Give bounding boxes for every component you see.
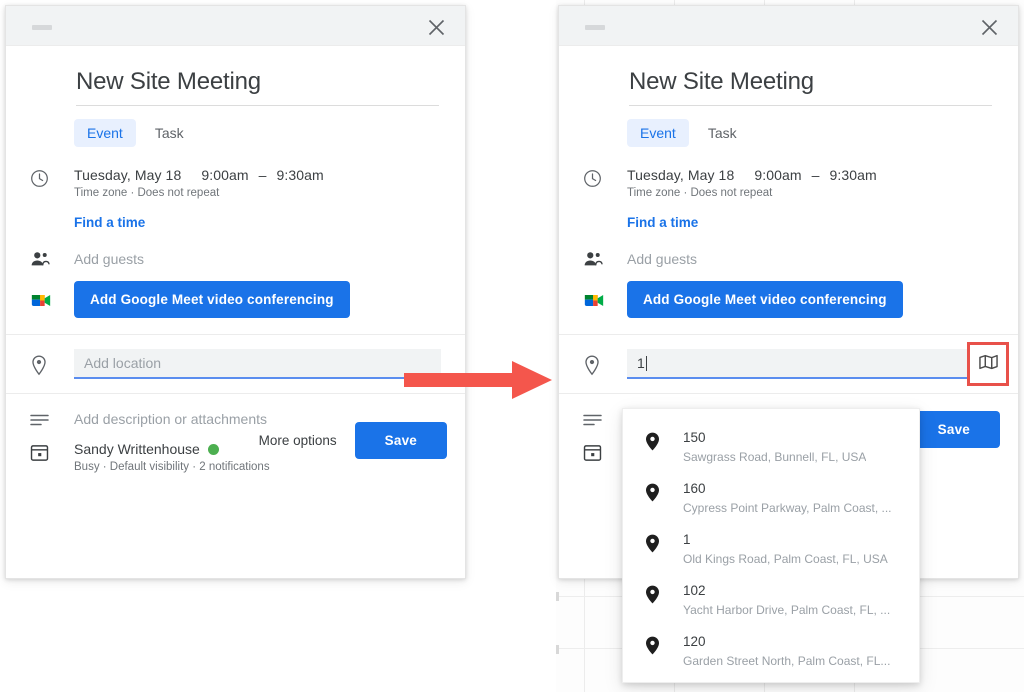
dialog-footer-left: More options Save (259, 422, 447, 459)
calendar-icon (30, 441, 74, 473)
screenshot-root: New Site Meeting Event Task Tuesday, May… (0, 0, 1024, 692)
list-item[interactable]: 150 Sawgrass Road, Bunnell, FL, USA (623, 421, 919, 472)
divider-right-bottom (559, 393, 1018, 394)
when-sub-right[interactable]: Time zone · Does not repeat (627, 187, 994, 199)
add-google-meet-button-right[interactable]: Add Google Meet video conferencing (627, 281, 903, 318)
when-dash-left: – (258, 167, 267, 183)
find-a-time-link-left[interactable]: Find a time (6, 215, 145, 230)
description-lines-icon (30, 411, 74, 427)
tabs-right: Event Task (559, 106, 1018, 147)
dialog-header-left (6, 6, 465, 46)
tab-task-right[interactable]: Task (695, 119, 750, 147)
google-meet-icon (583, 289, 627, 310)
dialog-header-right (559, 6, 1018, 46)
location-autocomplete-dropdown: 150 Sawgrass Road, Bunnell, FL, USA 160 … (622, 408, 920, 683)
location-pin-icon (30, 353, 74, 376)
suggestion-number: 160 (683, 481, 706, 496)
map-icon (978, 354, 998, 375)
when-row-right: Tuesday, May 18 9:00am – 9:30am Time zon… (559, 167, 1018, 199)
suggestion-number: 102 (683, 583, 706, 598)
suggestion-address: Yacht Harbor Drive, Palm Coast, FL, ... (683, 603, 891, 617)
calendar-color-dot (207, 443, 219, 455)
drag-handle-icon[interactable] (32, 25, 52, 30)
map-pin-icon (645, 480, 683, 507)
when-sub-left[interactable]: Time zone · Does not repeat (74, 187, 441, 199)
location-placeholder-left: Add location (84, 355, 162, 371)
title-section-right: New Site Meeting (559, 46, 1018, 106)
when-main-left[interactable]: Tuesday, May 18 9:00am – 9:30am (74, 167, 441, 183)
when-start-left[interactable]: 9:00am (201, 167, 248, 183)
divider-left-bottom (6, 393, 465, 394)
suggestion-number: 150 (683, 430, 706, 445)
tab-task-left[interactable]: Task (142, 119, 197, 147)
calendar-icon (583, 441, 627, 462)
save-button-right[interactable]: Save (907, 411, 1000, 448)
close-icon[interactable] (423, 14, 449, 40)
when-end-left[interactable]: 9:30am (277, 167, 324, 183)
close-icon[interactable] (976, 14, 1002, 40)
drag-handle-icon[interactable] (585, 25, 605, 30)
people-icon (30, 248, 74, 268)
location-pin-icon (583, 353, 627, 376)
location-value-right: 1 (637, 355, 645, 371)
when-dash-right: – (811, 167, 820, 183)
guests-row-right: Add guests (559, 248, 1018, 268)
when-date-left[interactable]: Tuesday, May 18 (74, 167, 181, 183)
event-dialog-before: New Site Meeting Event Task Tuesday, May… (5, 5, 466, 579)
dialog-body-right: New Site Meeting Event Task Tuesday, May… (559, 46, 1018, 462)
open-map-button-highlight[interactable] (967, 342, 1009, 386)
meet-row-right: Add Google Meet video conferencing (559, 281, 1018, 334)
when-date-right[interactable]: Tuesday, May 18 (627, 167, 734, 183)
suggestion-number: 1 (683, 532, 691, 547)
tab-event-right[interactable]: Event (627, 119, 689, 147)
clock-icon (583, 167, 627, 199)
map-pin-icon (645, 582, 683, 609)
suggestion-address: Garden Street North, Palm Coast, FL... (683, 654, 891, 668)
save-button-left[interactable]: Save (354, 422, 447, 459)
text-cursor (645, 355, 647, 371)
list-item[interactable]: 1 Old Kings Road, Palm Coast, FL, USA (623, 523, 919, 574)
map-pin-icon (645, 429, 683, 456)
tab-event-left[interactable]: Event (74, 119, 136, 147)
find-a-time-link-right[interactable]: Find a time (559, 215, 698, 230)
event-title-right[interactable]: New Site Meeting (629, 68, 992, 106)
more-options-button-left[interactable]: More options (259, 433, 337, 448)
suggestion-address: Old Kings Road, Palm Coast, FL, USA (683, 552, 888, 566)
suggestion-number: 120 (683, 634, 706, 649)
list-item[interactable]: 120 Garden Street North, Palm Coast, FL.… (623, 625, 919, 676)
dialog-footer-right: Save (907, 411, 1000, 448)
description-lines-icon (583, 411, 627, 427)
dialog-body-left: New Site Meeting Event Task Tuesday, May… (6, 46, 465, 473)
google-meet-icon (30, 289, 74, 310)
location-row-right: 1 (559, 335, 1018, 393)
annotation-arrow-icon (404, 358, 554, 407)
add-google-meet-button-left[interactable]: Add Google Meet video conferencing (74, 281, 350, 318)
add-guests-input-left[interactable]: Add guests (74, 250, 441, 267)
location-input-left[interactable]: Add location (74, 349, 441, 379)
list-item[interactable]: 160 Cypress Point Parkway, Palm Coast, .… (623, 472, 919, 523)
people-icon (583, 248, 627, 268)
event-title-left[interactable]: New Site Meeting (76, 68, 439, 106)
map-pin-icon (645, 633, 683, 660)
location-input-right[interactable]: 1 (627, 349, 994, 379)
tabs-left: Event Task (6, 106, 465, 147)
add-guests-input-right[interactable]: Add guests (627, 250, 994, 267)
when-main-right[interactable]: Tuesday, May 18 9:00am – 9:30am (627, 167, 994, 183)
clock-icon (30, 167, 74, 199)
suggestion-address: Sawgrass Road, Bunnell, FL, USA (683, 450, 867, 464)
map-pin-icon (645, 531, 683, 558)
guests-row-left: Add guests (6, 248, 465, 268)
suggestion-address: Cypress Point Parkway, Palm Coast, ... (683, 501, 892, 515)
list-item[interactable]: 102 Yacht Harbor Drive, Palm Coast, FL, … (623, 574, 919, 625)
title-section-left: New Site Meeting (6, 46, 465, 106)
when-row-left: Tuesday, May 18 9:00am – 9:30am Time zon… (6, 167, 465, 199)
location-row-left: Add location (6, 335, 465, 393)
owner-name-text-left: Sandy Writtenhouse (74, 441, 200, 457)
when-end-right[interactable]: 9:30am (830, 167, 877, 183)
owner-sub-left[interactable]: Busy · Default visibility · 2 notificati… (74, 461, 441, 473)
meet-row-left: Add Google Meet video conferencing (6, 281, 465, 334)
when-start-right[interactable]: 9:00am (754, 167, 801, 183)
